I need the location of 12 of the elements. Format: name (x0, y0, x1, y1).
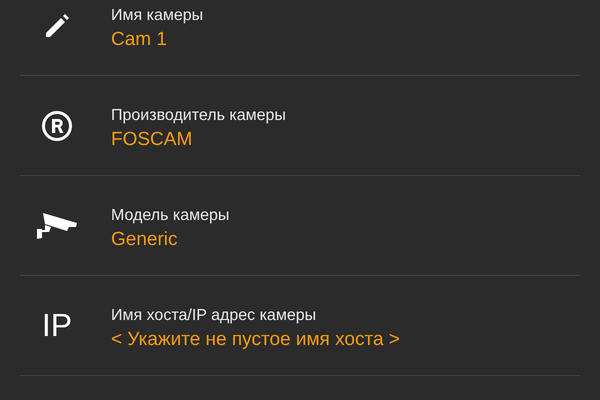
setting-label: Имя камеры (111, 6, 204, 24)
registered-icon (41, 110, 73, 142)
setting-label: Производитель камеры (111, 106, 286, 124)
setting-value[interactable]: Cam 1 (111, 28, 204, 50)
setting-value[interactable]: Generic (111, 228, 230, 250)
security-camera-icon (35, 212, 79, 240)
setting-label: Имя хоста/IP адрес камеры (111, 306, 318, 324)
pencil-icon (44, 12, 70, 38)
ip-icon: IP (42, 307, 72, 344)
setting-label: Модель камеры (111, 206, 230, 224)
setting-value[interactable]: FOSCAM (111, 128, 286, 150)
setting-value[interactable]: < Укажите не пустое имя хоста > (111, 328, 400, 350)
